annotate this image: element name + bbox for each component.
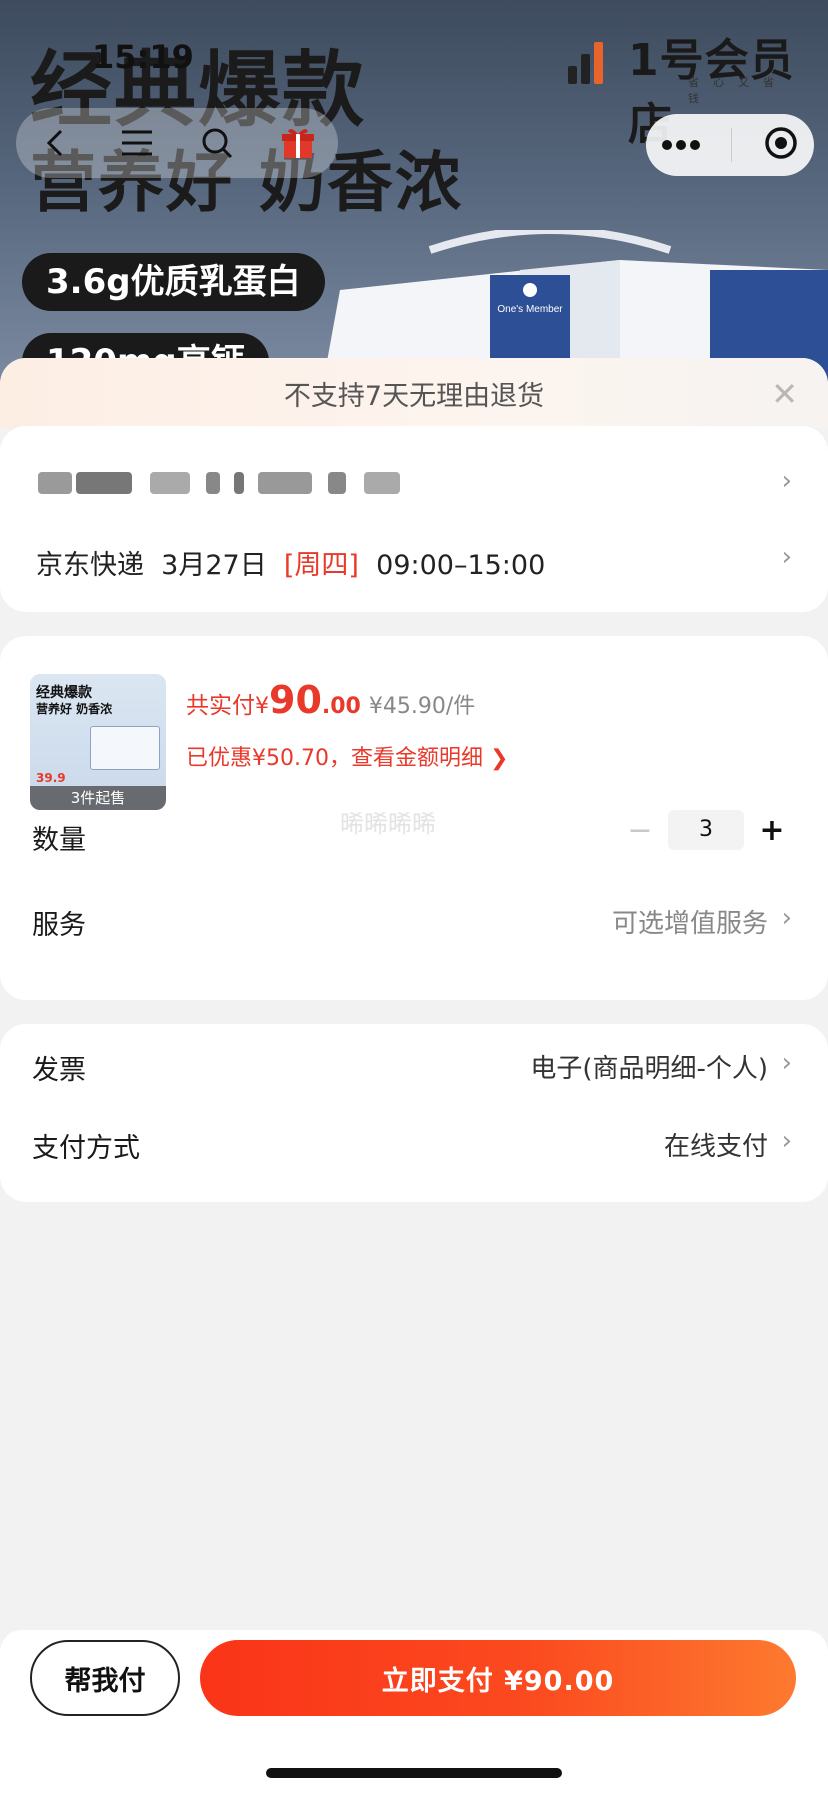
chevron-left-icon	[47, 129, 63, 157]
menu-icon	[121, 130, 152, 156]
service-value: 可选增值服务	[611, 909, 768, 939]
thumb-price: 39.9	[36, 771, 66, 785]
address-card[interactable]: › 京东快递 3月27日 [周四] 09:00–15:00 ›	[0, 426, 828, 612]
brand-slogan: 省心又省钱	[688, 76, 788, 105]
chevron-right-icon: ›	[781, 1126, 792, 1156]
invoice-value: 电子(商品明细-个人)	[530, 1054, 768, 1084]
help-me-pay-button[interactable]: 帮我付	[30, 1640, 180, 1716]
target-icon	[765, 127, 797, 159]
invoice-payment-card: 发票 电子(商品明细-个人) › 支付方式 在线支付 ›	[0, 1024, 828, 1202]
watermark: 晞晞晞晞	[340, 810, 436, 838]
payment-value: 在线支付	[663, 1132, 768, 1162]
delivery-carrier: 京东快递	[36, 550, 144, 581]
brand-bars-icon	[568, 34, 616, 84]
invoice-row[interactable]: 发票 电子(商品明细-个人) ›	[0, 1024, 828, 1104]
quantity-value[interactable]: 3	[668, 810, 744, 850]
thumb-title: 经典爆款	[36, 685, 92, 701]
search-icon	[202, 128, 233, 159]
close-miniapp-button[interactable]	[763, 125, 799, 165]
status-time: 15:19	[92, 38, 194, 76]
invoice-label: 发票	[32, 1055, 86, 1086]
divider	[731, 128, 733, 162]
quantity-row: 数量 晞晞晞晞 − 3 +	[0, 794, 828, 878]
home-indicator[interactable]	[266, 1768, 562, 1778]
delivery-info[interactable]: 京东快递 3月27日 [周四] 09:00–15:00	[36, 543, 545, 582]
decrement-button[interactable]: −	[620, 813, 660, 848]
total-int: 90	[269, 678, 322, 722]
notice-text: 不支持7天无理由退货	[283, 380, 545, 412]
banner-feature-pill: 3.6g优质乳蛋白	[22, 253, 325, 311]
total-label: 共实付	[186, 693, 255, 719]
discount-detail-link[interactable]: 已优惠¥50.70，查看金额明细 ❯	[186, 740, 508, 772]
payment-method-row[interactable]: 支付方式 在线支付 ›	[0, 1108, 828, 1188]
thumb-box-image	[90, 726, 160, 770]
more-dots-icon	[662, 139, 701, 150]
miniapp-capsule	[646, 114, 814, 176]
total-dec: .00	[321, 694, 361, 719]
order-sheet: 不支持7天无理由退货 ✕ › 京东快递 3月27日 [周四] 09:00–15:…	[0, 358, 828, 1794]
menu-button[interactable]	[107, 113, 167, 173]
pay-now-button[interactable]: 立即支付 ¥90.00	[200, 1640, 796, 1716]
address-line-blurred[interactable]	[38, 462, 408, 502]
box-label: One's Member	[497, 304, 563, 315]
bottom-action-bar: 帮我付 立即支付 ¥90.00	[0, 1630, 828, 1794]
delivery-time: 09:00–15:00	[376, 550, 546, 581]
service-row[interactable]: 服务 可选增值服务 ›	[0, 881, 828, 961]
payment-label: 支付方式	[32, 1133, 140, 1164]
nav-capsule	[16, 108, 338, 178]
unit-price: ¥45.90/件	[368, 694, 476, 719]
quantity-label: 数量	[32, 825, 86, 856]
quantity-stepper[interactable]: − 3 +	[620, 810, 792, 850]
chevron-right-icon: ›	[781, 1048, 792, 1078]
product-thumbnail[interactable]: 经典爆款 营养好 奶香浓 39.9 3件起售	[30, 674, 166, 810]
currency-symbol: ¥	[255, 694, 269, 719]
thumb-subtitle: 营养好 奶香浓	[36, 702, 113, 716]
gift-icon	[281, 129, 314, 158]
total-price: 共实付¥90.00 ¥45.90/件	[186, 678, 475, 722]
service-label: 服务	[32, 910, 86, 941]
chevron-right-icon: ›	[781, 542, 792, 572]
chevron-right-icon: ›	[781, 466, 792, 496]
back-button[interactable]	[26, 113, 86, 173]
product-banner: 经典爆款 营养好 奶香浓 3.6g优质乳蛋白 120mg高钙 One's Mem…	[0, 0, 828, 400]
return-policy-notice: 不支持7天无理由退货 ✕	[0, 358, 828, 428]
increment-button[interactable]: +	[752, 813, 792, 848]
delivery-date: 3月27日	[161, 550, 267, 581]
product-card: 经典爆款 营养好 奶香浓 39.9 3件起售 共实付¥90.00 ¥45.90/件…	[0, 636, 828, 1000]
delivery-weekday: [周四]	[283, 550, 359, 581]
close-icon[interactable]: ✕	[771, 375, 798, 413]
gift-button[interactable]	[268, 113, 328, 173]
chevron-right-icon: ›	[781, 903, 792, 933]
more-button[interactable]	[661, 136, 701, 155]
search-button[interactable]	[187, 113, 247, 173]
brand-logo: 1号会员店 省心又省钱	[568, 22, 808, 150]
